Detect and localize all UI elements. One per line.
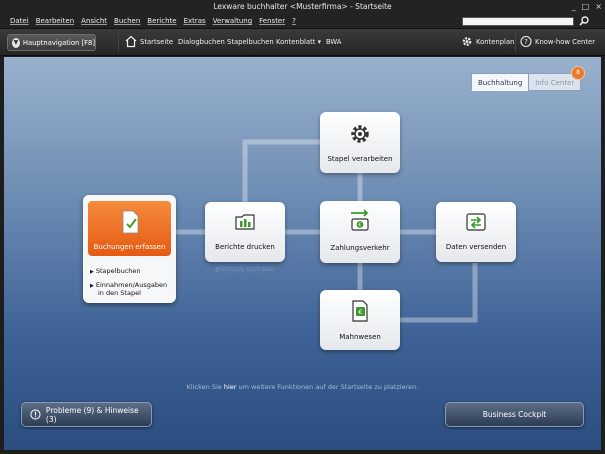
business-cockpit-button[interactable]: Business Cockpit: [445, 402, 584, 427]
zahlungsverkehr-tile[interactable]: € Zahlungsverkehr: [320, 201, 400, 263]
daten-versenden-label: Daten versenden: [445, 243, 507, 251]
daten-versenden-tile[interactable]: Daten versenden: [436, 202, 516, 262]
gear-icon: [351, 125, 369, 143]
hint-link[interactable]: hier: [224, 383, 237, 391]
buchungen-erfassen-tile[interactable]: Buchungen erfassen ▶ Stapelbuchen ▶ Einnah…: [83, 195, 176, 303]
zahlungsverkehr-label: Zahlungsverkehr: [330, 244, 390, 252]
edit-document-icon: [122, 210, 139, 234]
berichte-drucken-reflection: Berichte drucken: [215, 265, 275, 273]
stapel-verarbeiten-tile[interactable]: Stapel verarbeiten: [320, 112, 400, 173]
link-stapelbuchen-label: Stapelbuchen: [95, 267, 141, 275]
send-data-icon: [466, 213, 486, 231]
stapel-verarbeiten-label: Stapel verarbeiten: [327, 155, 393, 163]
probleme-hinweise-button[interactable]: Probleme (9) & Hinweise (3): [21, 402, 152, 427]
mahnwesen-tile[interactable]: € Mahnwesen: [320, 290, 400, 350]
link-stapelbuchen[interactable]: ▶ Stapelbuchen: [90, 267, 141, 276]
berichte-drucken-tile[interactable]: Berichte drucken: [205, 202, 285, 262]
svg-text:€: €: [358, 308, 362, 316]
hint-text-post: um weitere Funktionen auf der Startseite…: [236, 383, 419, 391]
info-icon: [30, 409, 41, 420]
buchungen-erfassen-label: Buchungen erfassen: [93, 243, 166, 251]
svg-text:€: €: [358, 223, 361, 229]
buchungen-erfassen-button[interactable]: Buchungen erfassen: [88, 201, 171, 256]
link-einnahmen-label: Einnahmen/Ausgaben: [95, 281, 168, 289]
euro-exchange-icon: €: [351, 209, 369, 231]
mahnwesen-label: Mahnwesen: [339, 333, 381, 341]
euro-document-icon: €: [352, 300, 368, 322]
link-einnahmen-ausgaben-line2[interactable]: in den Stapel: [98, 289, 141, 297]
folder-chart-icon: [235, 214, 255, 230]
customize-hint: Klicken Sie hier um weitere Funktionen a…: [0, 383, 605, 391]
probleme-hinweise-label: Probleme (9) & Hinweise (3): [45, 405, 139, 424]
business-cockpit-label: Business Cockpit: [482, 410, 547, 419]
berichte-drucken-label: Berichte drucken: [215, 243, 275, 251]
hint-text-pre: Klicken Sie: [186, 383, 224, 391]
